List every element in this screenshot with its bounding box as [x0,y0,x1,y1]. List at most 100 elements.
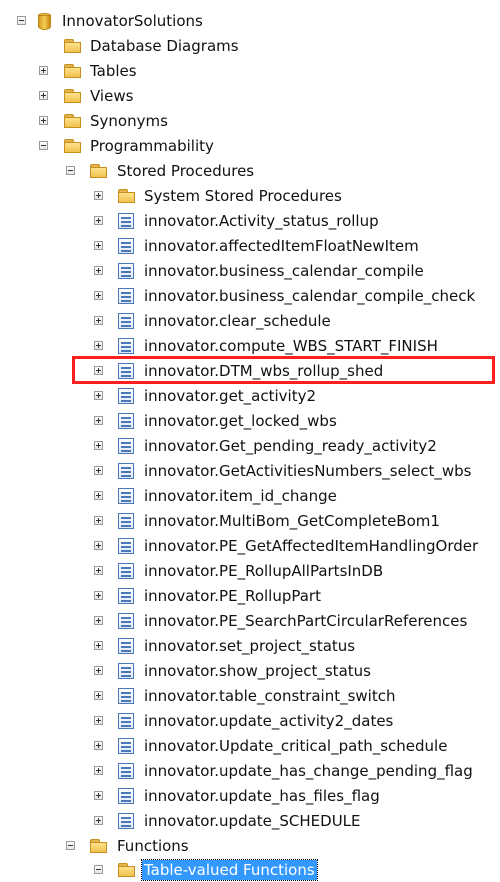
expand-toggle-icon[interactable] [94,266,103,275]
stored-procedure-label: innovator.business_calendar_compile [144,262,424,280]
stored-procedure-label: innovator.show_project_status [144,662,371,680]
folder-icon [64,114,82,129]
selected-tree-node-label: Table-valued Functions [141,859,318,881]
stored-procedure-icon [118,488,134,504]
stored-procedure-icon [118,438,134,454]
stored-procedure-node[interactable]: innovator.MultiBom_GetCompleteBom1 [0,509,500,533]
expand-toggle-icon[interactable] [39,91,48,100]
stored-procedure-label: innovator.compute_WBS_START_FINISH [144,337,438,355]
stored-procedure-node[interactable]: innovator.update_has_files_flag [0,784,500,808]
expand-toggle-icon[interactable] [94,291,103,300]
tree-node-system-stored-procedures[interactable]: System Stored Procedures [0,184,360,208]
expand-toggle-icon[interactable] [94,366,103,375]
tree-node-label: InnovatorSolutions [62,12,203,30]
expand-toggle-icon[interactable] [94,691,103,700]
folder-icon [118,863,136,878]
tree-node-stored-procedures[interactable]: Stored Procedures [0,159,260,183]
expand-toggle-icon[interactable] [94,441,103,450]
stored-procedure-label: innovator.Get_pending_ready_activity2 [144,437,437,455]
expand-toggle-icon[interactable] [94,766,103,775]
expand-toggle-icon[interactable] [94,516,103,525]
stored-procedure-icon [118,588,134,604]
stored-procedure-node[interactable]: innovator.set_project_status [0,634,500,658]
expand-toggle-icon[interactable] [94,641,103,650]
tree-node-views[interactable]: Views [0,84,160,108]
stored-procedure-node[interactable]: innovator.Update_critical_path_schedule [0,734,500,758]
stored-procedure-label: innovator.DTM_wbs_rollup_shed [144,362,384,380]
tree-node-database-diagrams[interactable]: Database Diagrams [0,34,250,58]
tree-node-tables[interactable]: Tables [0,59,160,83]
stored-procedure-node-highlighted[interactable]: innovator.DTM_wbs_rollup_shed [0,359,500,383]
stored-procedure-node[interactable]: innovator.update_has_change_pending_flag [0,759,500,783]
stored-procedure-label: innovator.get_activity2 [144,387,317,405]
tree-node-innovatorsolutions[interactable]: InnovatorSolutions [0,9,220,33]
tree-node-synonyms[interactable]: Synonyms [0,109,190,133]
tree-node-label: Tables [90,62,137,80]
stored-procedure-label: innovator.affectedItemFloatNewItem [144,237,419,255]
collapse-toggle-icon[interactable] [66,841,75,850]
folder-icon [118,189,136,204]
stored-procedure-label: innovator.table_constraint_switch [144,687,396,705]
stored-procedure-icon [118,713,134,729]
collapse-toggle-icon[interactable] [66,166,75,175]
expand-toggle-icon[interactable] [94,791,103,800]
expand-toggle-icon[interactable] [94,616,103,625]
expand-toggle-icon[interactable] [94,216,103,225]
stored-procedure-node[interactable]: innovator.PE_GetAffectedItemHandlingOrde… [0,534,500,558]
collapse-toggle-icon[interactable] [39,141,48,150]
collapse-toggle-icon[interactable] [17,16,26,25]
expand-toggle-icon[interactable] [94,541,103,550]
expand-toggle-icon[interactable] [94,191,103,200]
expand-toggle-icon[interactable] [94,391,103,400]
stored-procedure-node[interactable]: innovator.update_activity2_dates [0,709,500,733]
stored-procedure-label: innovator.PE_RollupAllPartsInDB [144,562,384,580]
tree-node-label: Stored Procedures [117,162,255,180]
stored-procedure-node[interactable]: innovator.get_locked_wbs [0,409,500,433]
expand-toggle-icon[interactable] [94,816,103,825]
stored-procedure-node[interactable]: innovator.Get_pending_ready_activity2 [0,434,500,458]
stored-procedure-label: innovator.GetActivitiesNumbers_select_wb… [144,462,472,480]
stored-procedure-node[interactable]: innovator.PE_RollupAllPartsInDB [0,559,500,583]
expand-toggle-icon[interactable] [94,741,103,750]
stored-procedure-node[interactable]: innovator.table_constraint_switch [0,684,500,708]
expand-toggle-icon[interactable] [94,466,103,475]
expand-toggle-icon[interactable] [94,341,103,350]
stored-procedure-node[interactable]: innovator.compute_WBS_START_FINISH [0,334,500,358]
object-explorer-tree: InnovatorSolutions Database Diagrams Tab… [0,0,500,881]
stored-procedure-icon [118,613,134,629]
expand-toggle-icon[interactable] [94,316,103,325]
expand-toggle-icon[interactable] [94,241,103,250]
folder-icon [90,164,108,179]
stored-procedure-node[interactable]: innovator.business_calendar_compile [0,259,500,283]
expand-toggle-icon[interactable] [94,491,103,500]
tree-node-table-valued-functions[interactable]: Table-valued Functions [0,858,360,882]
stored-procedure-node[interactable]: innovator.business_calendar_compile_chec… [0,284,500,308]
stored-procedure-node[interactable]: innovator.get_activity2 [0,384,500,408]
tree-node-functions[interactable]: Functions [0,834,220,858]
stored-procedure-label: innovator.update_activity2_dates [144,712,394,730]
collapse-toggle-icon[interactable] [94,865,103,874]
expand-toggle-icon[interactable] [39,116,48,125]
stored-procedure-node[interactable]: innovator.clear_schedule [0,309,500,333]
stored-procedure-node[interactable]: innovator.PE_SearchPartCircularReference… [0,609,500,633]
expand-toggle-icon[interactable] [94,591,103,600]
tree-node-label: Synonyms [90,112,168,130]
stored-procedure-node[interactable]: innovator.show_project_status [0,659,500,683]
tree-node-programmability[interactable]: Programmability [0,134,230,158]
stored-procedure-node[interactable]: innovator.GetActivitiesNumbers_select_wb… [0,459,500,483]
stored-procedure-node[interactable]: innovator.Activity_status_rollup [0,209,500,233]
stored-procedure-icon [118,763,134,779]
stored-procedure-label: innovator.business_calendar_compile_chec… [144,287,476,305]
expand-toggle-icon[interactable] [94,416,103,425]
stored-procedure-node[interactable]: innovator.affectedItemFloatNewItem [0,234,500,258]
stored-procedure-icon [118,538,134,554]
expand-toggle-icon[interactable] [94,716,103,725]
stored-procedure-label: innovator.PE_GetAffectedItemHandlingOrde… [144,537,479,555]
stored-procedure-node[interactable]: innovator.update_SCHEDULE [0,809,500,833]
expand-toggle-icon[interactable] [94,666,103,675]
stored-procedure-node[interactable]: innovator.PE_RollupPart [0,584,500,608]
stored-procedure-icon [118,238,134,254]
expand-toggle-icon[interactable] [94,566,103,575]
expand-toggle-icon[interactable] [39,66,48,75]
stored-procedure-node[interactable]: innovator.item_id_change [0,484,500,508]
